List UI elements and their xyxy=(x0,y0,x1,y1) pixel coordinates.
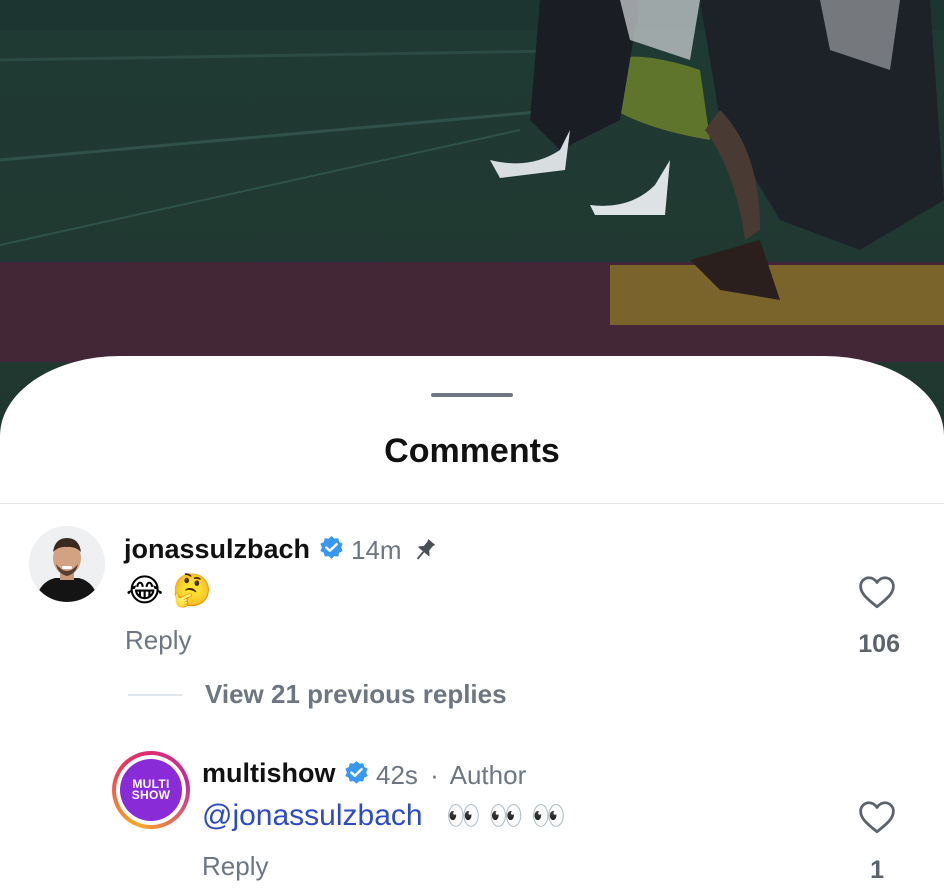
heart-icon[interactable] xyxy=(857,574,897,610)
profile-photo-icon xyxy=(29,526,105,602)
reply-timestamp: 42s · Author xyxy=(376,760,526,791)
reply-username[interactable]: multishow xyxy=(202,758,336,789)
multishow-logo: MULTI SHOW xyxy=(120,759,182,821)
verified-badge-icon xyxy=(345,761,368,784)
reply-button[interactable]: Reply xyxy=(125,625,191,656)
avatar[interactable]: MULTI SHOW xyxy=(112,751,190,829)
like-count: 106 xyxy=(858,630,900,658)
verified-badge-icon xyxy=(320,536,343,559)
multishow-logo-text: MULTI SHOW xyxy=(131,777,171,802)
pin-icon xyxy=(416,538,436,560)
reply-time: 42s xyxy=(376,760,418,790)
comment-timestamp: 14m xyxy=(351,535,402,565)
avatar[interactable] xyxy=(29,526,105,602)
reply-emoji-text: 👀 👀 👀 xyxy=(446,800,567,831)
like-count: 1 xyxy=(870,856,884,884)
mention-link[interactable]: @jonassulzbach xyxy=(202,799,423,833)
comment-username[interactable]: jonassulzbach xyxy=(124,534,310,565)
comments-sheet: Comments jonassulzbach 14m 😂 🤔 Reply 106… xyxy=(0,356,944,894)
meta-separator: · xyxy=(430,760,439,790)
sheet-drag-handle[interactable] xyxy=(431,393,513,397)
replies-connector-line xyxy=(128,694,182,696)
sheet-title: Comments xyxy=(384,432,560,470)
reply-button[interactable]: Reply xyxy=(202,851,268,882)
author-label: Author xyxy=(449,760,527,790)
header-divider xyxy=(0,503,944,504)
comment-text: 😂 🤔 xyxy=(126,572,213,608)
heart-icon[interactable] xyxy=(857,799,897,835)
app-screen: Comments jonassulzbach 14m 😂 🤔 Reply 106… xyxy=(0,0,944,894)
view-previous-replies-button[interactable]: View 21 previous replies xyxy=(205,679,507,710)
